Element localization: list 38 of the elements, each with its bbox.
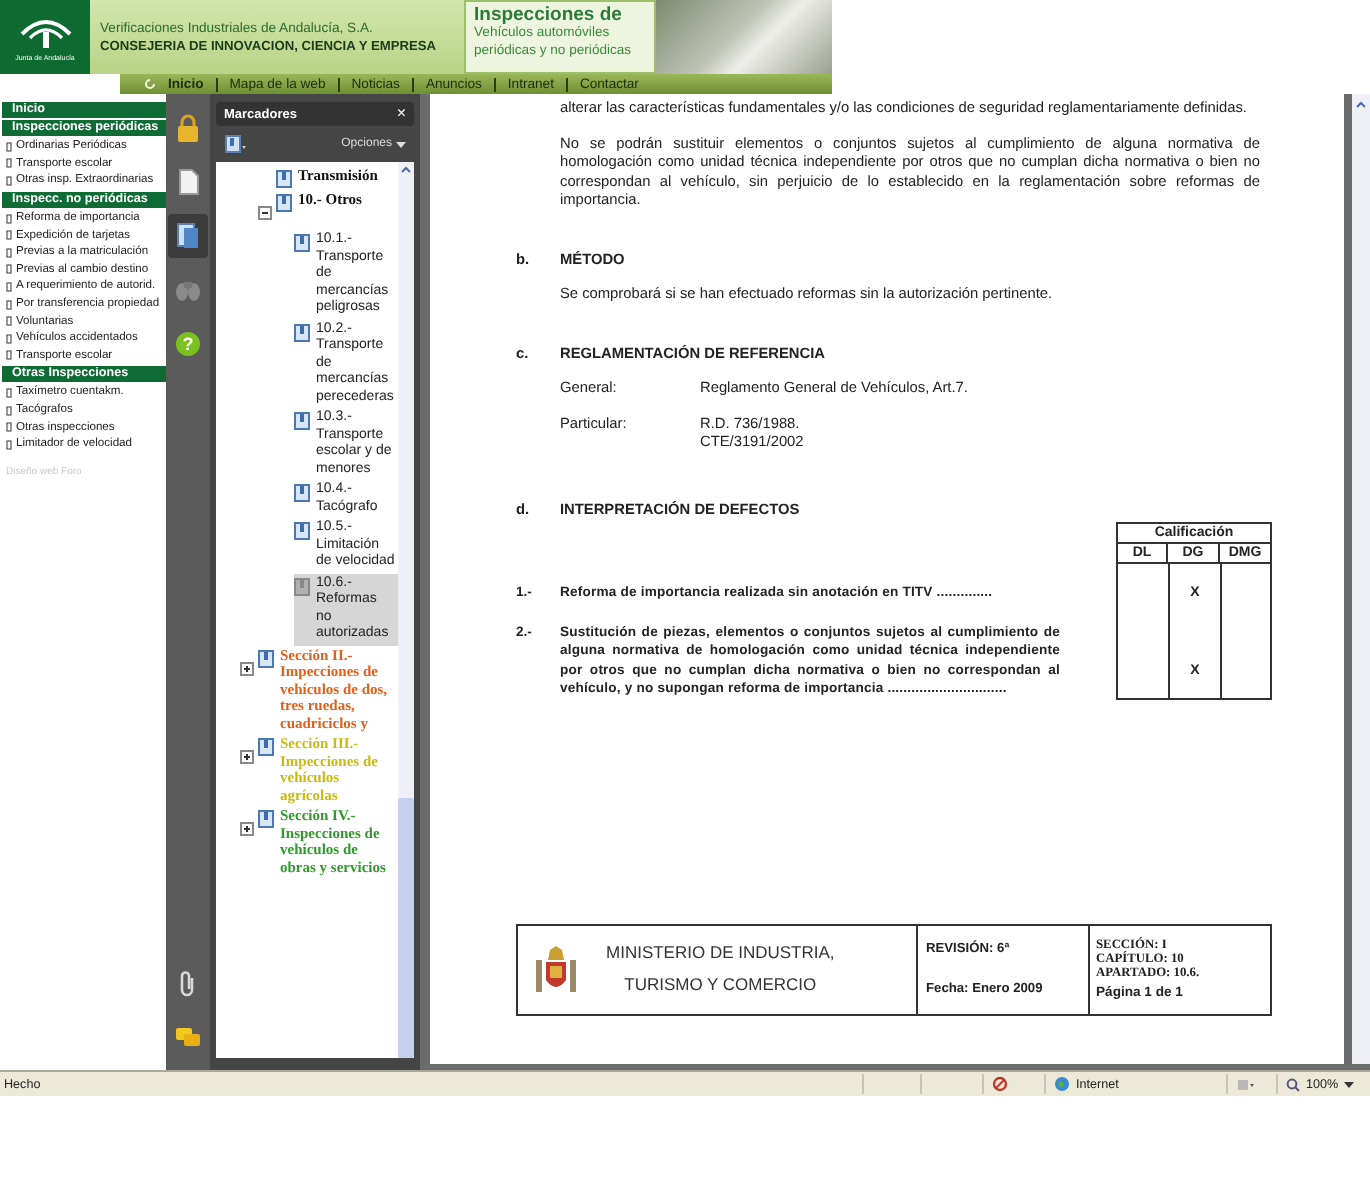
bookmarks-icon <box>176 222 200 250</box>
coat-of-arms-drawing <box>534 943 578 995</box>
pages-icon <box>177 168 199 196</box>
scrollbar[interactable] <box>398 162 414 1058</box>
bookmark-icon <box>258 810 274 828</box>
scroll-up-icon[interactable] <box>1354 98 1368 112</box>
bookmark-icon <box>294 234 310 252</box>
bookmark-icon <box>294 484 310 502</box>
caret-icon[interactable] <box>1344 1081 1355 1087</box>
ministry-name: MINISTERIO DE INDUSTRIA, <box>606 944 835 963</box>
expand-icon[interactable] <box>240 822 254 836</box>
caret-icon <box>396 141 406 147</box>
refresh-icon <box>144 78 156 90</box>
service-title: Inspecciones de <box>474 4 624 26</box>
paperclip-icon[interactable] <box>178 970 198 998</box>
scrollbar[interactable] <box>1352 94 1370 1064</box>
bookmark-icon <box>294 323 310 341</box>
comments-icon[interactable] <box>174 1026 202 1050</box>
scroll-up-icon[interactable] <box>398 162 414 178</box>
ministry-name: TURISMO Y COMERCIO <box>624 975 817 994</box>
bookmark-icon <box>276 194 292 212</box>
binoculars-icon <box>174 278 202 302</box>
collapse-icon[interactable] <box>258 206 272 220</box>
bookmark-icon <box>294 412 310 430</box>
expand-icon[interactable] <box>240 661 254 675</box>
close-button[interactable]: × <box>396 106 406 122</box>
lock-icon <box>176 114 200 142</box>
bookmark-icon <box>258 649 274 667</box>
zoom-icon <box>1286 1077 1300 1091</box>
privacy-icon <box>992 1076 1008 1092</box>
bookmark-icon <box>294 577 310 595</box>
bookmark-icon <box>276 170 292 188</box>
toolbar-button[interactable] <box>168 214 208 258</box>
new-bookmark-icon[interactable] <box>224 134 248 154</box>
bookmark-icon <box>258 738 274 756</box>
bookmark-icon <box>294 522 310 540</box>
expand-icon[interactable] <box>240 750 254 764</box>
globe-icon <box>1054 1076 1070 1092</box>
